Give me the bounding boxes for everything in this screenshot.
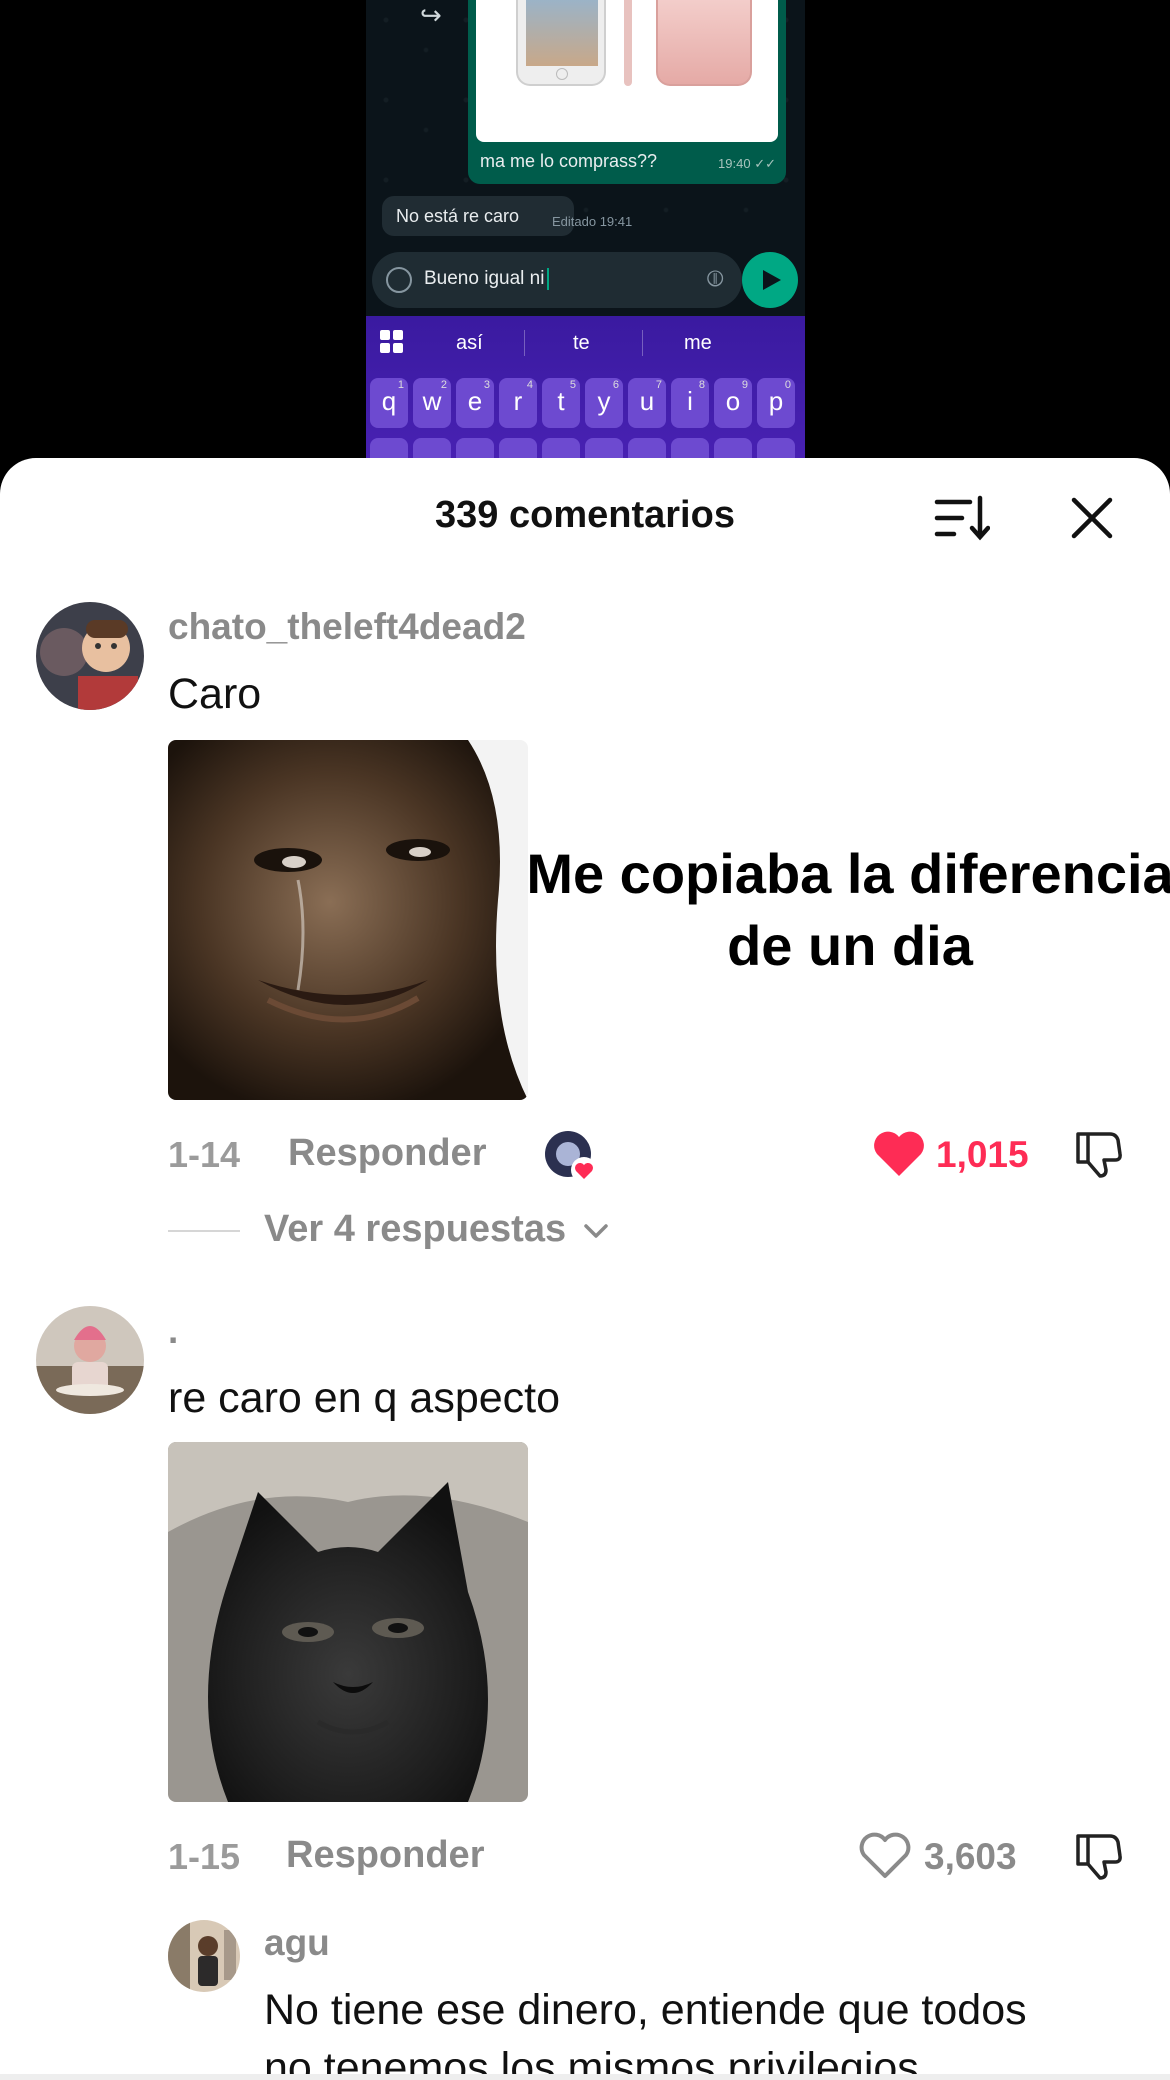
key: 3e	[456, 378, 494, 428]
received-message-text: No está re caro	[396, 206, 520, 226]
sticker-icon	[386, 267, 412, 293]
crying-man-meme-image[interactable]	[168, 740, 528, 1100]
text-caret	[547, 268, 550, 290]
sent-message-bubble: ma me lo comprass?? 19:40 ✓✓	[468, 0, 786, 184]
dislike-icon[interactable]	[1072, 1830, 1124, 1882]
reply-button[interactable]: Responder	[286, 1834, 484, 1877]
apps-grid-icon	[380, 330, 404, 354]
keyboard-row-1: 1q 2w 3e 4r 5t 6y 7u 8i 9o 0p	[370, 378, 795, 428]
comment-date: 1-14	[168, 1134, 241, 1175]
comment-username[interactable]: chato_theleft4dead2	[168, 606, 526, 648]
key: 5t	[542, 378, 580, 428]
key: 4r	[499, 378, 537, 428]
compose-text: Bueno igual ni	[424, 268, 550, 290]
phone-side-image	[624, 0, 632, 86]
chevron-down-icon	[583, 1224, 608, 1238]
keyboard-suggestion: me	[684, 332, 712, 354]
keyboard-suggestion: te	[573, 332, 590, 354]
comment-text: re caro en q aspecto	[168, 1374, 561, 1422]
key: 6y	[585, 378, 623, 428]
reply-button[interactable]: Responder	[288, 1132, 486, 1175]
key: 2w	[413, 378, 451, 428]
key: 0p	[757, 378, 795, 428]
whatsapp-screen: ↪ ma me lo comprass?? 19:40 ✓✓ No está r…	[366, 0, 805, 480]
avatar[interactable]	[36, 602, 144, 710]
comments-count-title: 339 comentarios	[435, 494, 735, 536]
compose-field: Bueno igual ni ⦷	[372, 252, 742, 308]
creator-avatar-icon	[545, 1131, 597, 1183]
avatar-image	[36, 602, 144, 710]
comment-username[interactable]: .	[168, 1310, 178, 1352]
keyboard-suggestion: así	[456, 332, 483, 354]
phone-back-image	[656, 0, 752, 86]
key: 9o	[714, 378, 752, 428]
comment-text: Caro	[168, 670, 262, 718]
like-count: 3,603	[924, 1836, 1017, 1877]
bottom-edge	[0, 2074, 1170, 2080]
avatar[interactable]	[36, 1306, 144, 1414]
comments-sheet: 339 comentarios chato_theleft4dead2 Caro	[0, 458, 1170, 2080]
like-count: 1,015	[936, 1134, 1029, 1175]
key: 1q	[370, 378, 408, 428]
forward-icon: ↪	[420, 0, 442, 30]
double-check-icon: ✓✓	[754, 156, 776, 171]
black-cat-meme-image[interactable]	[168, 1442, 528, 1802]
phone-front-image	[516, 0, 606, 86]
heart-outline-icon[interactable]	[858, 1832, 912, 1880]
replies-divider	[168, 1230, 240, 1232]
avatar-image	[168, 1920, 240, 1992]
comment-date: 1-15	[168, 1836, 241, 1877]
creator-liked-badge	[544, 1130, 600, 1186]
avatar-image	[36, 1306, 144, 1414]
avatar[interactable]	[168, 1920, 240, 1992]
meme-caption: Me copiaba la diferencia de un dia	[526, 842, 1170, 977]
send-icon	[742, 252, 798, 308]
dislike-icon[interactable]	[1072, 1128, 1124, 1180]
paperclip-icon: ⦷	[706, 266, 724, 291]
close-icon[interactable]	[1068, 494, 1116, 542]
iphone-image	[476, 0, 778, 142]
keyboard: así te me 1q 2w 3e 4r 5t 6y 7u 8i 9o 0p	[366, 316, 805, 480]
received-message-status: Editado 19:41	[552, 214, 633, 229]
video-background[interactable]: ↪ ma me lo comprass?? 19:40 ✓✓ No está r…	[0, 0, 1170, 480]
sent-message-time: 19:40 ✓✓	[718, 156, 776, 171]
received-message-bubble: No está re caro	[382, 196, 574, 236]
view-replies-button[interactable]: Ver 4 respuestas	[264, 1208, 609, 1251]
sort-descending-icon[interactable]	[934, 494, 990, 542]
sent-message-text: ma me lo comprass??	[480, 151, 658, 171]
key: 8i	[671, 378, 709, 428]
heart-filled-icon[interactable]	[872, 1130, 926, 1178]
key: 7u	[628, 378, 666, 428]
reply-username[interactable]: agu	[264, 1922, 330, 1964]
reply-text-line-1: No tiene ese dinero, entiende que todos	[264, 1986, 1027, 2034]
